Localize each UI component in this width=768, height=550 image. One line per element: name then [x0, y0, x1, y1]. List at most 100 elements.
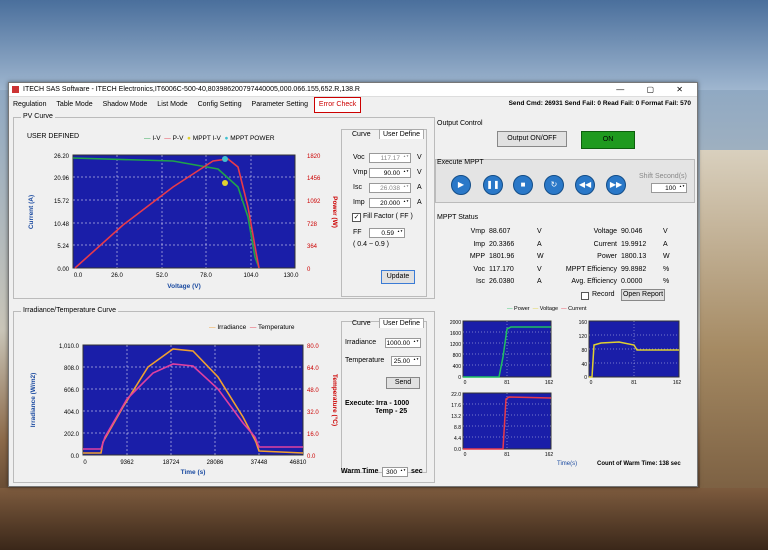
- legend-iv: I-V: [152, 135, 161, 142]
- pause-icon: ❚❚: [486, 180, 500, 189]
- irr-y-right-ticks: 80.0 64.0 48.0 32.0 16.0 0.0: [307, 344, 319, 460]
- pause-button[interactable]: ❚❚: [483, 175, 503, 195]
- menu-parameter-setting[interactable]: Parameter Setting: [248, 98, 312, 112]
- tab-user-define[interactable]: User Define: [379, 129, 424, 139]
- irradiance-label: Irradiance: [345, 339, 377, 346]
- legend-voltage: Voltage: [539, 306, 559, 312]
- isc-input[interactable]: 26.038: [369, 183, 411, 193]
- mppt-status-left: Vmp 88.607 V Imp 20.3366 A MPP 1801.96 W Voc 11…: [449, 226, 557, 289]
- rewind-icon: ◀◀: [578, 180, 592, 189]
- current-tick: 8.8: [454, 425, 461, 431]
- irr-tab-user-define[interactable]: User Define: [379, 318, 424, 328]
- voltage-tick: 80: [581, 348, 587, 354]
- irr-x-tick: 0: [83, 460, 87, 466]
- window-controls[interactable]: — ▢ ✕: [616, 83, 693, 96]
- menu-error-check[interactable]: Error Check: [313, 97, 362, 113]
- output-onoff-button[interactable]: Output ON/OFF: [497, 131, 567, 147]
- pv-x-tick: 104.0: [243, 273, 259, 279]
- mppt-status-title: MPPT Status: [437, 214, 479, 221]
- send-button[interactable]: Send: [386, 377, 420, 389]
- refresh-icon: ↻: [550, 180, 558, 189]
- current-tick: 0.0: [454, 447, 461, 453]
- irr-yl-tick: 404.0: [64, 410, 80, 416]
- irr-x-tick: 9362: [120, 460, 134, 466]
- voltage-tick: 160: [579, 320, 588, 326]
- irradiance-input[interactable]: 1000.00: [385, 338, 421, 348]
- warm-time-label: Warm Time: [341, 468, 379, 475]
- menu-regulation[interactable]: Regulation: [9, 98, 50, 112]
- irr-legend: — Irradiance — Temperature: [209, 324, 295, 331]
- menu-shadow-mode[interactable]: Shadow Mode: [99, 98, 152, 112]
- current-tick: 17.6: [451, 403, 461, 409]
- power-tick: 800: [453, 353, 462, 359]
- irr-plot-area: [82, 344, 304, 456]
- mini-x-tick: 162: [545, 380, 554, 386]
- irr-x-tick: 18724: [163, 460, 180, 466]
- power-tick: 0: [458, 375, 461, 381]
- vmp-input[interactable]: 90.00: [369, 168, 411, 178]
- pv-yl-tick: 10.48: [54, 222, 70, 228]
- open-report-button[interactable]: Open Report: [621, 289, 665, 301]
- pv-curve-chart: 26.20 20.96 15.72 10.48 5.24 0.00 1820 1…: [28, 154, 338, 290]
- irr-yr-tick: 64.0: [307, 366, 319, 372]
- pv-y-right-ticks: 1820 1456 1092 728 364 0: [307, 154, 321, 273]
- status-row: Imp 20.3366 A: [473, 240, 542, 248]
- mini-charts: 2000 1600 1200 800 400 0 0 81 162 160 12…: [450, 320, 682, 467]
- status-row: Voltage 90.046 V: [593, 228, 668, 235]
- irr-x-tick: 46810: [290, 460, 307, 466]
- play-button[interactable]: ▶: [451, 175, 471, 195]
- irr-yr-tick: 32.0: [307, 410, 319, 416]
- pv-yr-tick: 1092: [307, 199, 321, 205]
- irr-tab-curve[interactable]: Curve: [349, 319, 374, 328]
- fill-factor-checkbox[interactable]: ✓: [352, 213, 361, 222]
- update-button[interactable]: Update: [381, 270, 415, 284]
- status-row: Avg. Efficiency 0.0000%: [571, 278, 670, 285]
- desktop-ground: [0, 488, 768, 550]
- pv-yr-tick: 1820: [307, 154, 321, 160]
- warm-time-input[interactable]: 300: [382, 467, 408, 477]
- imp-input[interactable]: 20.000: [369, 198, 411, 208]
- imp-unit: A: [417, 199, 422, 206]
- voc-unit: V: [417, 154, 422, 161]
- menu-list-mode[interactable]: List Mode: [153, 98, 191, 112]
- irr-x-label: Time (s): [181, 469, 206, 476]
- mini-x-tick: 0: [590, 380, 593, 386]
- ff-range: ( 0.4 ~ 0.9 ): [353, 241, 389, 248]
- power-tick: 1200: [450, 342, 461, 348]
- irr-temp-title: Irradiance/Temperature Curve: [21, 307, 118, 314]
- pv-legend: — I-V — P-V ● MPPT I-V ● MPPT POWER: [144, 135, 275, 142]
- pv-plot-area: [72, 154, 296, 269]
- rewind-button[interactable]: ◀◀: [575, 175, 595, 195]
- execute-temp-label: Temp - 25: [375, 408, 408, 415]
- stop-button[interactable]: ■: [513, 175, 533, 195]
- mini-x-tick: 0: [464, 452, 467, 458]
- pv-y-left-label: Current (A): [28, 195, 35, 229]
- irr-y-left-ticks: 1,010.0 808.0 606.0 404.0 202.0 0.0: [59, 344, 80, 460]
- app-window: ITECH SAS Software - ITECH Electronics,I…: [8, 82, 698, 487]
- tab-curve[interactable]: Curve: [349, 130, 374, 139]
- temperature-input[interactable]: 25.00: [391, 356, 421, 366]
- menu-config-setting[interactable]: Config Setting: [194, 98, 246, 112]
- irr-yl-tick: 202.0: [64, 432, 80, 438]
- current-tick: 4.4: [454, 436, 461, 442]
- mini-x-tick: 162: [673, 380, 682, 386]
- shift-seconds-input[interactable]: 100: [651, 183, 687, 193]
- refresh-button[interactable]: ↻: [544, 175, 564, 195]
- pv-yl-tick: 0.00: [57, 267, 69, 273]
- menu-table-mode[interactable]: Table Mode: [52, 98, 96, 112]
- fast-forward-button[interactable]: ▶▶: [606, 175, 626, 195]
- mini-x-tick: 81: [631, 380, 637, 386]
- record-checkbox[interactable]: [581, 292, 589, 300]
- execute-mppt-title: Execute MPPT: [437, 159, 484, 166]
- shift-seconds-label: Shift Second(s): [639, 173, 687, 180]
- status-row: Current 19.9912 A: [593, 240, 668, 248]
- pv-yl-tick: 15.72: [54, 199, 70, 205]
- irr-yl-tick: 0.0: [71, 454, 80, 460]
- output-state-indicator: ON: [581, 131, 635, 149]
- ff-input[interactable]: 0.59: [369, 228, 405, 238]
- record-label: Record: [592, 291, 615, 298]
- voc-input[interactable]: 117.17: [369, 153, 411, 163]
- irr-yl-tick: 808.0: [64, 366, 80, 372]
- irr-x-tick: 37448: [251, 460, 268, 466]
- ff-label: FF: [353, 229, 362, 236]
